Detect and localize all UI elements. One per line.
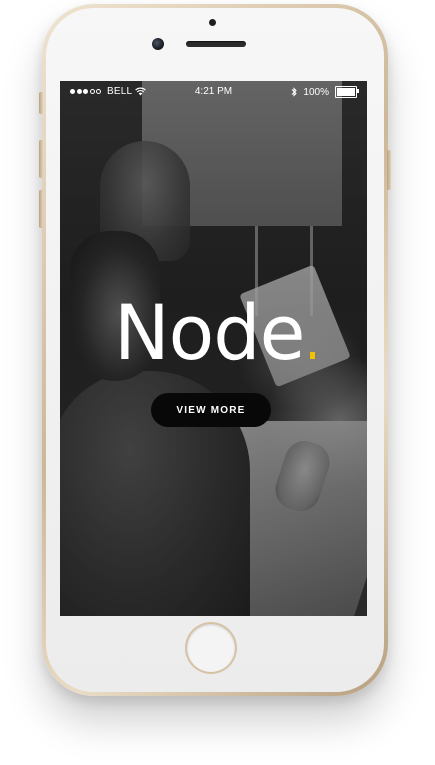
battery-icon: [335, 86, 359, 98]
brand-accent-dot: [309, 352, 315, 359]
brand-name: Node: [114, 288, 305, 377]
brand-logo: Node: [60, 295, 367, 371]
proximity-sensor: [209, 19, 216, 26]
status-right: 100%: [291, 86, 359, 98]
status-bar: BELL 4:21 PM 100%: [60, 81, 367, 103]
bluetooth-icon: [292, 87, 298, 97]
earpiece-speaker: [186, 41, 246, 47]
front-camera-icon: [152, 38, 164, 50]
phone-screen: BELL 4:21 PM 100% Node VIEW MORE: [60, 81, 367, 616]
battery-fill: [337, 88, 355, 96]
volume-up-button: [39, 140, 43, 178]
battery-percent: 100%: [303, 86, 329, 98]
power-button: [387, 150, 391, 190]
mute-switch: [39, 92, 43, 114]
volume-down-button: [39, 190, 43, 228]
view-more-button[interactable]: VIEW MORE: [151, 393, 271, 427]
home-button[interactable]: [187, 624, 235, 672]
